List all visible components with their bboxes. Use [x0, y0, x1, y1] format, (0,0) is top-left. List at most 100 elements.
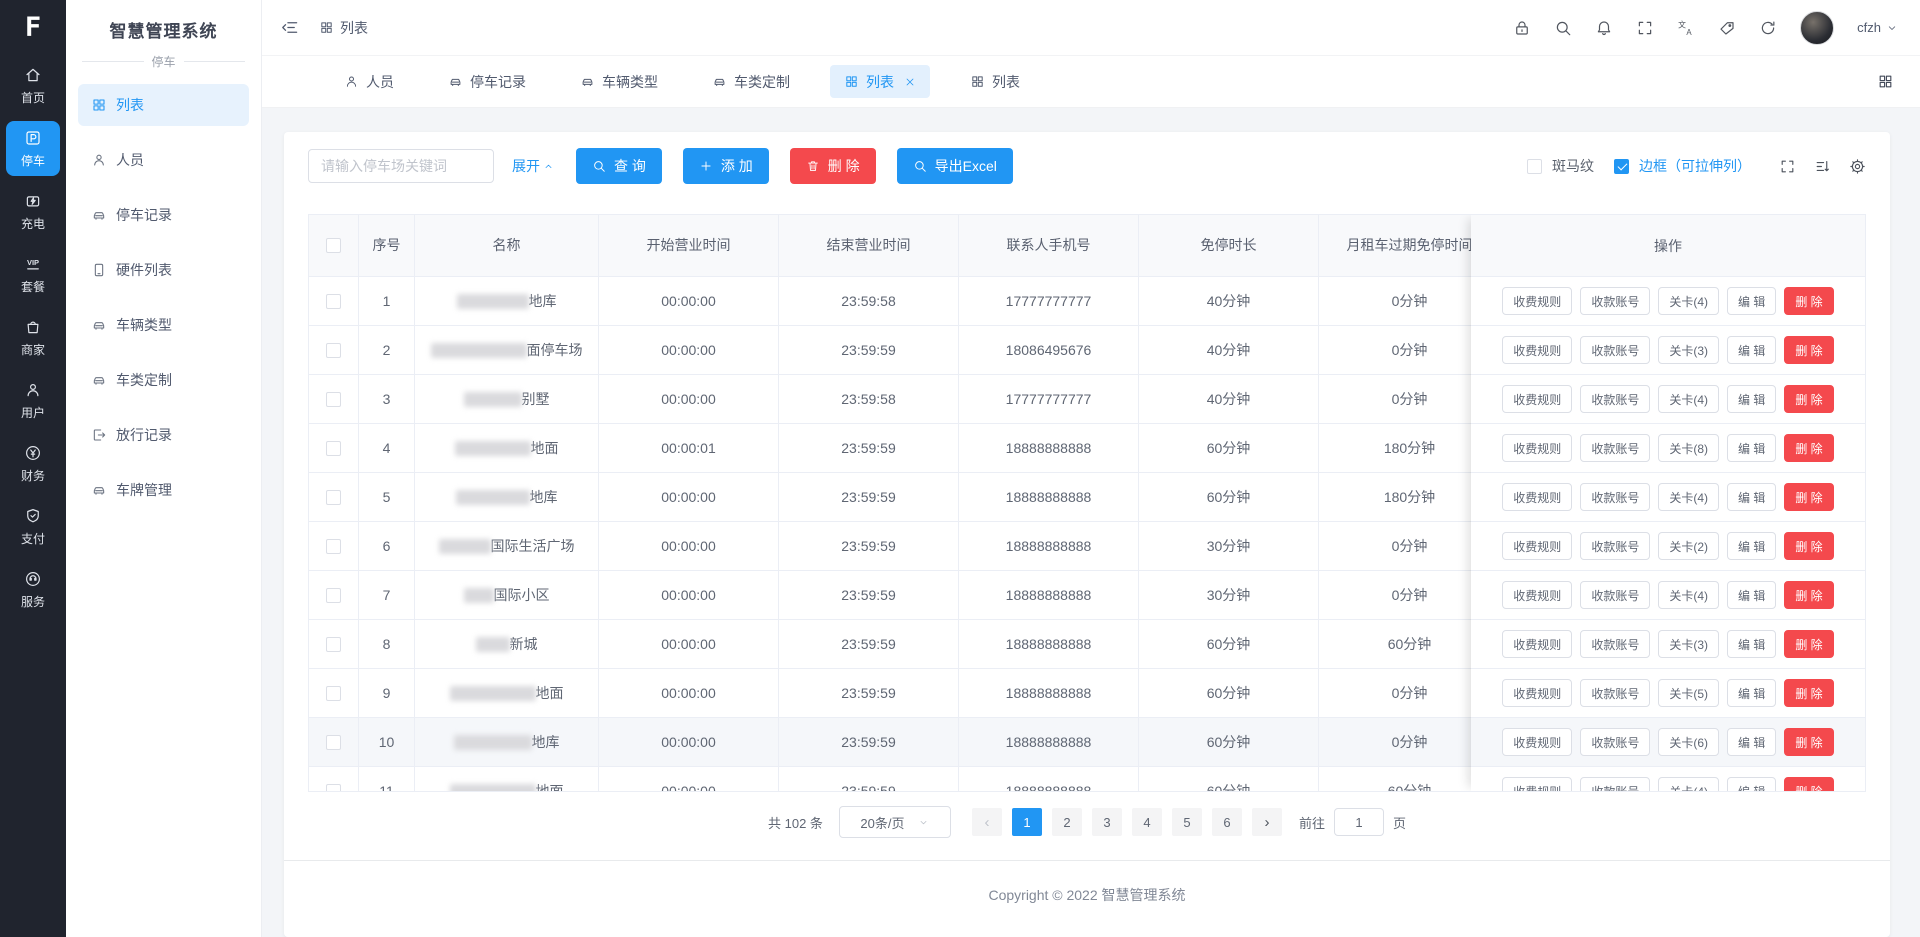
- fee-rules-button[interactable]: 收费规则: [1502, 630, 1572, 658]
- page-button-5[interactable]: 5: [1172, 808, 1202, 836]
- table-fullscreen-icon[interactable]: [1779, 158, 1796, 175]
- payment-account-button[interactable]: 收款账号: [1580, 287, 1650, 315]
- edit-button[interactable]: 编 辑: [1727, 434, 1776, 462]
- payment-account-button[interactable]: 收款账号: [1580, 630, 1650, 658]
- fee-rules-button[interactable]: 收费规则: [1502, 777, 1572, 792]
- edit-button[interactable]: 编 辑: [1727, 679, 1776, 707]
- fee-rules-button[interactable]: 收费规则: [1502, 434, 1572, 462]
- row-checkbox[interactable]: [326, 784, 341, 793]
- payment-account-button[interactable]: 收款账号: [1580, 336, 1650, 364]
- export-button[interactable]: 导出Excel: [897, 148, 1013, 184]
- rail-item-users[interactable]: 用户: [6, 373, 60, 428]
- gates-button[interactable]: 关卡(4): [1658, 483, 1719, 511]
- edit-button[interactable]: 编 辑: [1727, 483, 1776, 511]
- prev-page-button[interactable]: ‹: [972, 808, 1002, 836]
- tab-vehicle-class[interactable]: 车类定制: [698, 65, 804, 98]
- tag-icon[interactable]: [1718, 19, 1736, 37]
- fee-rules-button[interactable]: 收费规则: [1502, 336, 1572, 364]
- delete-row-button[interactable]: 删 除: [1784, 728, 1833, 756]
- fee-rules-button[interactable]: 收费规则: [1502, 287, 1572, 315]
- sidebar-item-hardware-list[interactable]: 硬件列表: [78, 249, 249, 291]
- delete-row-button[interactable]: 删 除: [1784, 532, 1833, 560]
- zebra-checkbox[interactable]: [1527, 159, 1542, 174]
- gates-button[interactable]: 关卡(3): [1658, 336, 1719, 364]
- edit-button[interactable]: 编 辑: [1727, 581, 1776, 609]
- column-sort-icon[interactable]: [1814, 158, 1831, 175]
- rail-item-merchant[interactable]: 商家: [6, 310, 60, 365]
- gates-button[interactable]: 关卡(3): [1658, 630, 1719, 658]
- page-button-4[interactable]: 4: [1132, 808, 1162, 836]
- user-menu[interactable]: cfzh: [1857, 20, 1898, 35]
- app-logo[interactable]: F: [25, 0, 41, 54]
- rail-item-charging[interactable]: 充电: [6, 184, 60, 239]
- rail-item-home[interactable]: 首页: [6, 58, 60, 113]
- row-checkbox[interactable]: [326, 343, 341, 358]
- page-button-2[interactable]: 2: [1052, 808, 1082, 836]
- edit-button[interactable]: 编 辑: [1727, 385, 1776, 413]
- payment-account-button[interactable]: 收款账号: [1580, 581, 1650, 609]
- refresh-icon[interactable]: [1759, 19, 1777, 37]
- rail-item-payment[interactable]: 支付: [6, 499, 60, 554]
- delete-row-button[interactable]: 删 除: [1784, 434, 1833, 462]
- page-button-6[interactable]: 6: [1212, 808, 1242, 836]
- edit-button[interactable]: 编 辑: [1727, 630, 1776, 658]
- page-size-select[interactable]: 20条/页: [839, 806, 951, 838]
- bell-icon[interactable]: [1595, 19, 1613, 37]
- select-all-checkbox[interactable]: [326, 238, 341, 253]
- delete-button[interactable]: 删 除: [790, 148, 876, 184]
- row-checkbox[interactable]: [326, 441, 341, 456]
- sidebar-item-parking-records[interactable]: 停车记录: [78, 194, 249, 236]
- payment-account-button[interactable]: 收款账号: [1580, 532, 1650, 560]
- row-checkbox[interactable]: [326, 294, 341, 309]
- payment-account-button[interactable]: 收款账号: [1580, 385, 1650, 413]
- query-button[interactable]: 查 询: [576, 148, 662, 184]
- next-page-button[interactable]: ›: [1252, 808, 1282, 836]
- gates-button[interactable]: 关卡(4): [1658, 581, 1719, 609]
- row-checkbox[interactable]: [326, 735, 341, 750]
- search-input[interactable]: [308, 149, 494, 183]
- row-checkbox[interactable]: [326, 490, 341, 505]
- tab-list-2[interactable]: 列表: [956, 65, 1034, 98]
- delete-row-button[interactable]: 删 除: [1784, 483, 1833, 511]
- fee-rules-button[interactable]: 收费规则: [1502, 581, 1572, 609]
- fee-rules-button[interactable]: 收费规则: [1502, 728, 1572, 756]
- delete-row-button[interactable]: 删 除: [1784, 385, 1833, 413]
- sidebar-item-list[interactable]: 列表: [78, 84, 249, 126]
- payment-account-button[interactable]: 收款账号: [1580, 679, 1650, 707]
- edit-button[interactable]: 编 辑: [1727, 287, 1776, 315]
- search-icon[interactable]: [1554, 19, 1572, 37]
- sidebar-item-vehicle-class[interactable]: 车类定制: [78, 359, 249, 401]
- add-button[interactable]: 添 加: [683, 148, 769, 184]
- fee-rules-button[interactable]: 收费规则: [1502, 385, 1572, 413]
- layout-grid-icon[interactable]: [1877, 73, 1894, 90]
- edit-button[interactable]: 编 辑: [1727, 336, 1776, 364]
- gates-button[interactable]: 关卡(4): [1658, 777, 1719, 792]
- sidebar-item-plate-management[interactable]: 车牌管理: [78, 469, 249, 511]
- page-button-1[interactable]: 1: [1012, 808, 1042, 836]
- fee-rules-button[interactable]: 收费规则: [1502, 679, 1572, 707]
- tab-list-active[interactable]: 列表: [830, 65, 930, 98]
- delete-row-button[interactable]: 删 除: [1784, 581, 1833, 609]
- delete-row-button[interactable]: 删 除: [1784, 777, 1833, 792]
- sidebar-item-release-records[interactable]: 放行记录: [78, 414, 249, 456]
- tab-vehicle-type[interactable]: 车辆类型: [566, 65, 672, 98]
- expand-toggle[interactable]: 展开: [512, 156, 554, 176]
- gates-button[interactable]: 关卡(2): [1658, 532, 1719, 560]
- fee-rules-button[interactable]: 收费规则: [1502, 532, 1572, 560]
- fee-rules-button[interactable]: 收费规则: [1502, 483, 1572, 511]
- gates-button[interactable]: 关卡(8): [1658, 434, 1719, 462]
- delete-row-button[interactable]: 删 除: [1784, 287, 1833, 315]
- close-icon[interactable]: [904, 76, 916, 88]
- row-checkbox[interactable]: [326, 637, 341, 652]
- edit-button[interactable]: 编 辑: [1727, 728, 1776, 756]
- rail-item-service[interactable]: 服务: [6, 562, 60, 617]
- gates-button[interactable]: 关卡(4): [1658, 385, 1719, 413]
- lock-icon[interactable]: [1513, 19, 1531, 37]
- table-settings-icon[interactable]: [1849, 158, 1866, 175]
- delete-row-button[interactable]: 删 除: [1784, 336, 1833, 364]
- fullscreen-icon[interactable]: [1636, 19, 1654, 37]
- row-checkbox[interactable]: [326, 539, 341, 554]
- sidebar-item-vehicle-type[interactable]: 车辆类型: [78, 304, 249, 346]
- row-checkbox[interactable]: [326, 392, 341, 407]
- rail-item-parking[interactable]: 停车: [6, 121, 60, 176]
